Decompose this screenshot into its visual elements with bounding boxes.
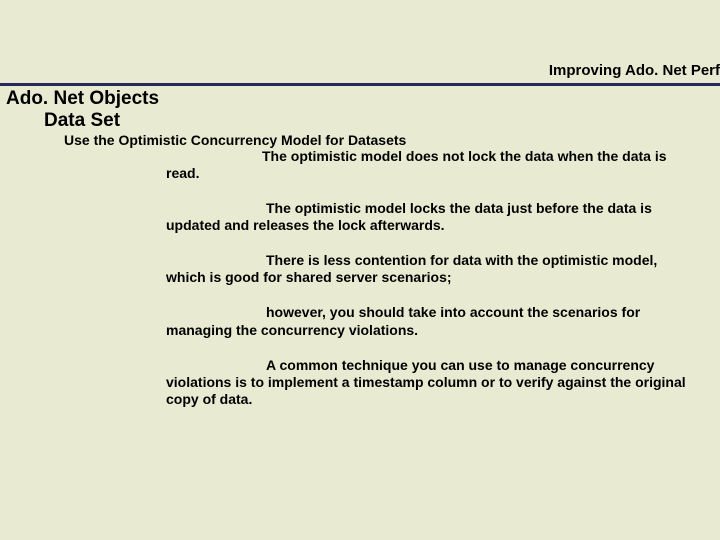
- paragraph-3: There is less contention for data with t…: [166, 252, 686, 286]
- title-line-2: Data Set: [6, 110, 720, 132]
- sub-heading: Use the Optimistic Concurrency Model for…: [0, 132, 720, 148]
- header-right-title: Improving Ado. Net Perf: [0, 0, 720, 83]
- title-block: Ado. Net Objects Data Set: [0, 86, 720, 132]
- paragraph-5: A common technique you can use to manage…: [166, 357, 686, 408]
- paragraph-2: The optimistic model locks the data just…: [166, 200, 686, 234]
- title-line-1: Ado. Net Objects: [6, 88, 720, 110]
- paragraph-4: however, you should take into account th…: [166, 304, 686, 338]
- paragraph-1: The optimistic model does not lock the d…: [166, 148, 686, 182]
- content-body: The optimistic model does not lock the d…: [0, 148, 720, 408]
